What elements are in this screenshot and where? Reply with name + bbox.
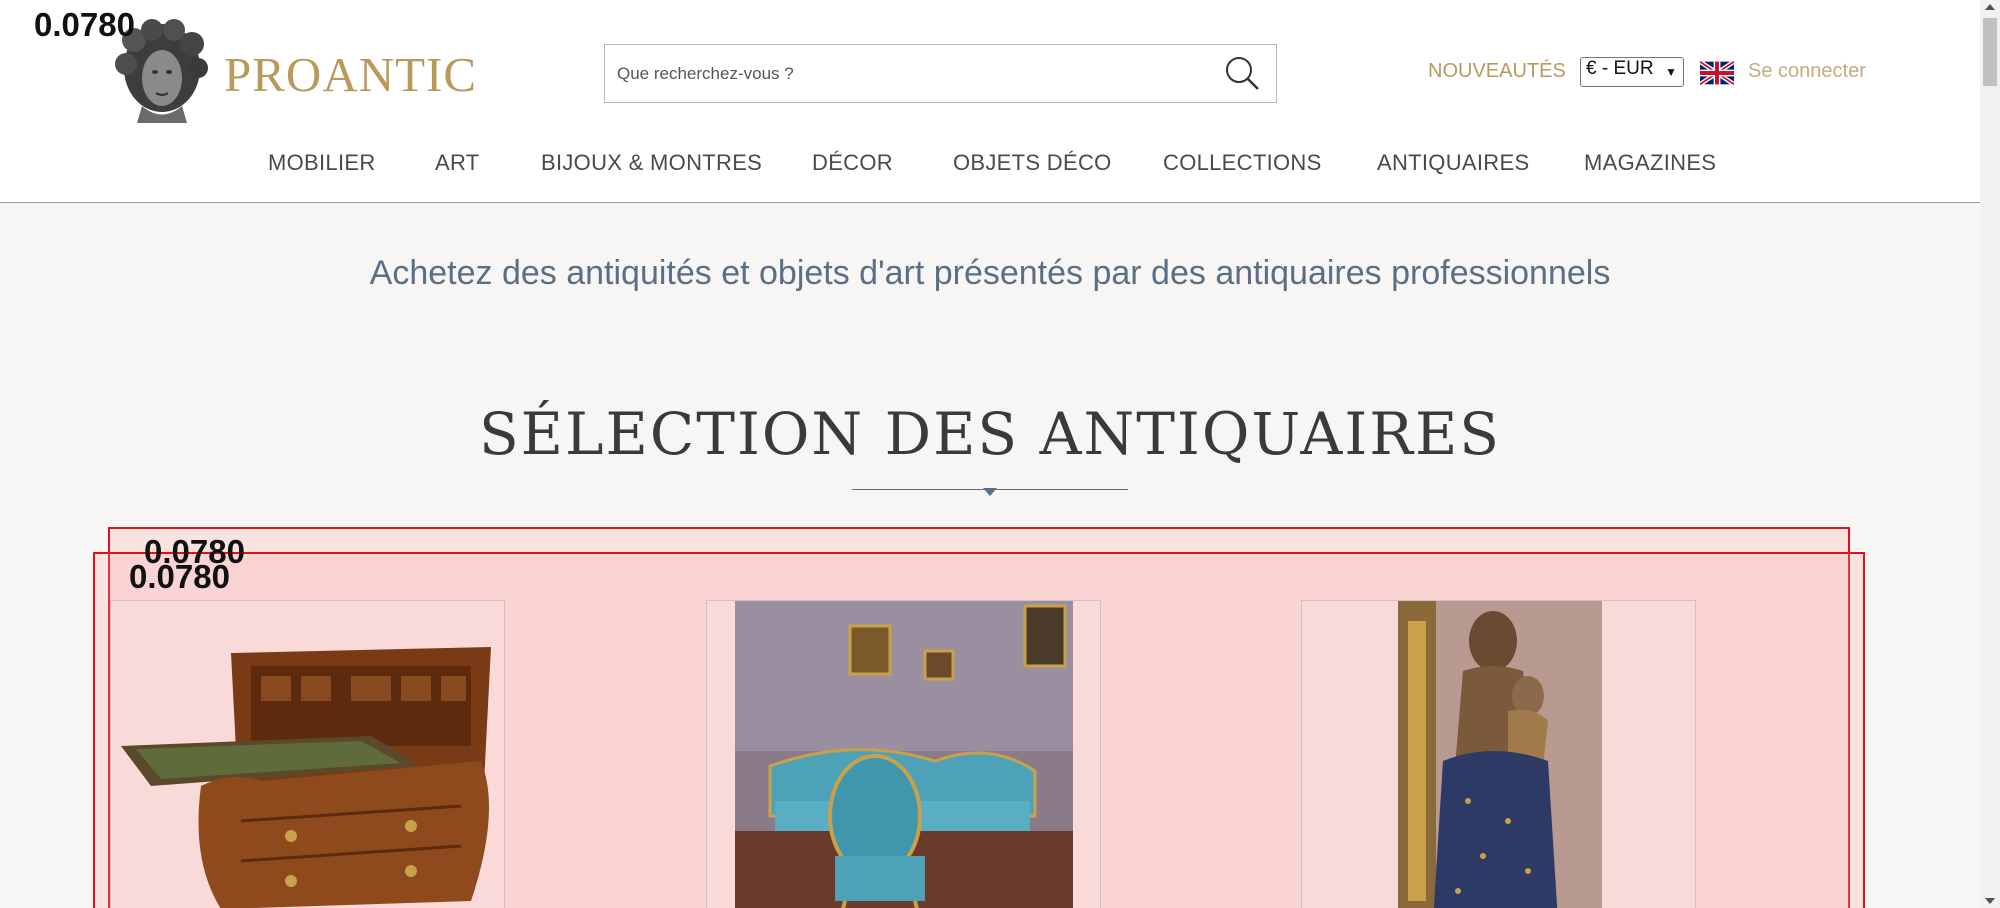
nav-item-collections[interactable]: COLLECTIONS xyxy=(1163,150,1322,176)
overlay-score-label: 0.0780 xyxy=(129,558,230,595)
section-title: SÉLECTION DES ANTIQUAIRES xyxy=(478,400,1502,468)
uk-flag-icon[interactable] xyxy=(1700,61,1734,85)
search-input[interactable] xyxy=(617,45,1197,102)
madonna-statue-image xyxy=(1398,601,1602,908)
product-card-secretary-desk[interactable] xyxy=(110,600,505,908)
main-nav: MOBILIER ART BIJOUX & MONTRES DÉCOR OBJE… xyxy=(0,150,1980,180)
product-card-madonna-statue[interactable] xyxy=(1301,600,1696,908)
currency-select[interactable]: € - EUR ▼ xyxy=(1580,57,1684,87)
overlay-score-label: 0.0780 xyxy=(34,6,135,43)
living-room-image xyxy=(735,601,1073,908)
scroll-up-icon[interactable] xyxy=(1985,4,1995,10)
site-header: PROANTIC NOUVEAUTÉS € - EUR ▼ Se connect… xyxy=(0,0,1980,203)
logo-text[interactable]: PROANTIC xyxy=(224,46,477,103)
currency-value: € - EUR xyxy=(1586,58,1654,79)
scroll-down-icon[interactable] xyxy=(1985,898,1995,904)
search-icon[interactable] xyxy=(1222,53,1262,93)
title-diamond-icon xyxy=(983,488,997,496)
scrollbar[interactable] xyxy=(1980,0,2000,908)
nav-item-mobilier[interactable]: MOBILIER xyxy=(268,150,376,176)
product-card-living-room[interactable] xyxy=(706,600,1101,908)
login-link[interactable]: Se connecter xyxy=(1748,60,1866,83)
nav-item-bijoux-montres[interactable]: BIJOUX & MONTRES xyxy=(541,150,762,176)
tagline: Achetez des antiquités et objets d'art p… xyxy=(369,254,1611,292)
nav-item-antiquaires[interactable]: ANTIQUAIRES xyxy=(1377,150,1529,176)
nav-item-magazines[interactable]: MAGAZINES xyxy=(1584,150,1716,176)
chevron-down-icon: ▼ xyxy=(1665,65,1677,79)
search-box xyxy=(604,44,1277,103)
nouveautes-link[interactable]: NOUVEAUTÉS xyxy=(1428,60,1566,83)
nav-item-decor[interactable]: DÉCOR xyxy=(812,150,893,176)
secretary-desk-image xyxy=(121,647,491,908)
nav-item-objets-deco[interactable]: OBJETS DÉCO xyxy=(953,150,1112,176)
scroll-thumb[interactable] xyxy=(1983,18,1997,86)
nav-item-art[interactable]: ART xyxy=(435,150,480,176)
